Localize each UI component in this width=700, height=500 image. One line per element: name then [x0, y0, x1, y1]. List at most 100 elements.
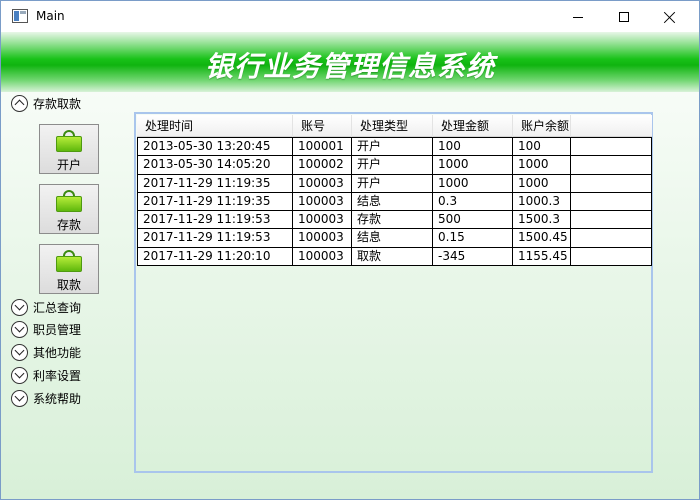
table-cell: 100002 [293, 156, 352, 174]
chevron-down-icon [11, 343, 28, 361]
minimize-button[interactable] [555, 1, 601, 32]
content-area: 存款取款 开户 存款 取款 汇总查询 职员管理 其他功能 利率设置 系统帮助 处… [1, 92, 699, 499]
section-staff-management[interactable]: 职员管理 [11, 320, 81, 338]
table-cell: 2013-05-30 13:20:45 [138, 138, 293, 156]
shopping-bag-icon [56, 190, 82, 212]
row-filler [571, 211, 651, 228]
column-header[interactable]: 处理类型 [352, 115, 433, 137]
section-other-functions[interactable]: 其他功能 [11, 343, 81, 361]
sidebar: 存款取款 开户 存款 取款 汇总查询 职员管理 其他功能 利率设置 系统帮助 [1, 92, 126, 499]
table-cell: 1000.3 [513, 192, 571, 211]
table-cell: 1500.45 [513, 229, 571, 247]
action-label: 取款 [56, 278, 81, 292]
table-cell: -345 [433, 247, 513, 266]
section-interest-settings[interactable]: 利率设置 [11, 366, 81, 384]
row-filler [571, 175, 651, 192]
table-cell: 0.15 [433, 229, 513, 247]
table-cell: 2013-05-30 14:05:20 [138, 156, 293, 174]
shopping-bag-icon [56, 130, 82, 152]
grid-header: 处理时间 账号 处理类型 处理金额 账户余额 [137, 115, 652, 137]
row-filler [571, 138, 651, 155]
table-cell: 存款 [352, 211, 433, 229]
app-icon [12, 9, 28, 23]
section-label: 其他功能 [33, 345, 82, 360]
table-cell: 开户 [352, 156, 433, 174]
table-cell: 2017-11-29 11:19:53 [138, 211, 293, 229]
table-cell: 100001 [293, 138, 352, 156]
column-header[interactable]: 处理金额 [433, 115, 513, 137]
header-banner: 银行业务管理信息系统 [1, 32, 699, 92]
grid-body: 2013-05-30 13:20:45 100001 开户 100 100 2013-05… [137, 137, 652, 267]
open-account-button[interactable]: 开户 [39, 124, 99, 174]
window-title: Main [36, 9, 65, 23]
deposit-button[interactable]: 存款 [39, 184, 99, 234]
main-window: Main 银行业务管理信息系统 存款取款 开户 存款 取款 汇总查询 职员管理 … [0, 0, 700, 500]
table-cell: 1155.45 [513, 247, 571, 266]
table-cell: 100003 [293, 247, 352, 266]
table-cell: 100003 [293, 211, 352, 229]
column-header[interactable]: 账号 [293, 115, 352, 137]
table-row[interactable]: 2017-11-29 11:19:35 100003 开户 1000 1000 [138, 174, 651, 193]
section-summary-query[interactable]: 汇总查询 [11, 298, 81, 316]
table-row[interactable]: 2013-05-30 13:20:45 100001 开户 100 100 [138, 138, 651, 157]
column-header[interactable]: 账户余额 [513, 115, 571, 137]
table-row[interactable]: 2017-11-29 11:20:10 100003 取款 -345 1155.45 [138, 247, 651, 267]
table-cell: 开户 [352, 174, 433, 192]
chevron-down-icon [11, 320, 28, 338]
section-label: 汇总查询 [33, 300, 82, 315]
chevron-up-icon [11, 94, 28, 112]
maximize-button[interactable] [601, 1, 647, 32]
section-label: 利率设置 [33, 368, 82, 383]
table-cell: 100003 [293, 229, 352, 247]
table-cell: 100003 [293, 174, 352, 192]
table-cell: 1000 [433, 174, 513, 192]
transactions-grid[interactable]: 处理时间 账号 处理类型 处理金额 账户余额 2013-05-30 13:20:… [137, 115, 652, 267]
maximize-icon [619, 11, 629, 22]
shopping-bag-icon [56, 250, 82, 272]
table-cell: 1000 [433, 156, 513, 174]
column-header[interactable]: 处理时间 [137, 115, 293, 137]
banner-title: 银行业务管理信息系统 [204, 50, 495, 83]
section-label: 存款取款 [33, 96, 82, 111]
table-row[interactable]: 2017-11-29 11:19:53 100003 结息 0.15 1500.45 [138, 229, 651, 248]
table-cell: 结息 [352, 192, 433, 211]
column-header-filler [571, 115, 652, 137]
section-label: 职员管理 [33, 322, 82, 337]
table-cell: 结息 [352, 229, 433, 247]
chevron-down-icon [11, 366, 28, 384]
table-row[interactable]: 2013-05-30 14:05:20 100002 开户 1000 1000 [138, 156, 651, 175]
title-bar[interactable]: Main [1, 1, 699, 32]
section-system-help[interactable]: 系统帮助 [11, 389, 81, 407]
section-label: 系统帮助 [33, 391, 82, 406]
chevron-down-icon [11, 389, 28, 407]
table-cell: 0.3 [433, 192, 513, 211]
row-filler [571, 229, 651, 246]
table-cell: 1000 [513, 156, 571, 174]
table-cell: 1500.3 [513, 211, 571, 229]
minimize-icon [573, 17, 583, 18]
withdraw-button[interactable]: 取款 [39, 244, 99, 294]
row-filler [571, 193, 651, 210]
table-cell: 2017-11-29 11:20:10 [138, 247, 293, 266]
table-cell: 100 [513, 138, 571, 156]
table-row[interactable]: 2017-11-29 11:19:35 100003 结息 0.3 1000.3 [138, 192, 651, 212]
chevron-down-icon [11, 298, 28, 316]
section-deposit-withdraw[interactable]: 存款取款 [11, 94, 81, 112]
close-button[interactable] [647, 1, 693, 32]
action-label: 开户 [56, 158, 81, 172]
table-cell: 2017-11-29 11:19:35 [138, 192, 293, 211]
table-cell: 500 [433, 211, 513, 229]
table-cell: 开户 [352, 138, 433, 156]
table-cell: 100 [433, 138, 513, 156]
row-filler [571, 248, 651, 265]
table-row[interactable]: 2017-11-29 11:19:53 100003 存款 500 1500.3 [138, 211, 651, 230]
table-cell: 1000 [513, 174, 571, 192]
table-cell: 100003 [293, 192, 352, 211]
table-cell: 2017-11-29 11:19:53 [138, 229, 293, 247]
close-icon [664, 11, 676, 23]
table-cell: 2017-11-29 11:19:35 [138, 174, 293, 192]
transactions-panel: 处理时间 账号 处理类型 处理金额 账户余额 2013-05-30 13:20:… [134, 112, 653, 473]
action-label: 存款 [56, 218, 81, 232]
row-filler [571, 156, 651, 173]
table-cell: 取款 [352, 247, 433, 266]
